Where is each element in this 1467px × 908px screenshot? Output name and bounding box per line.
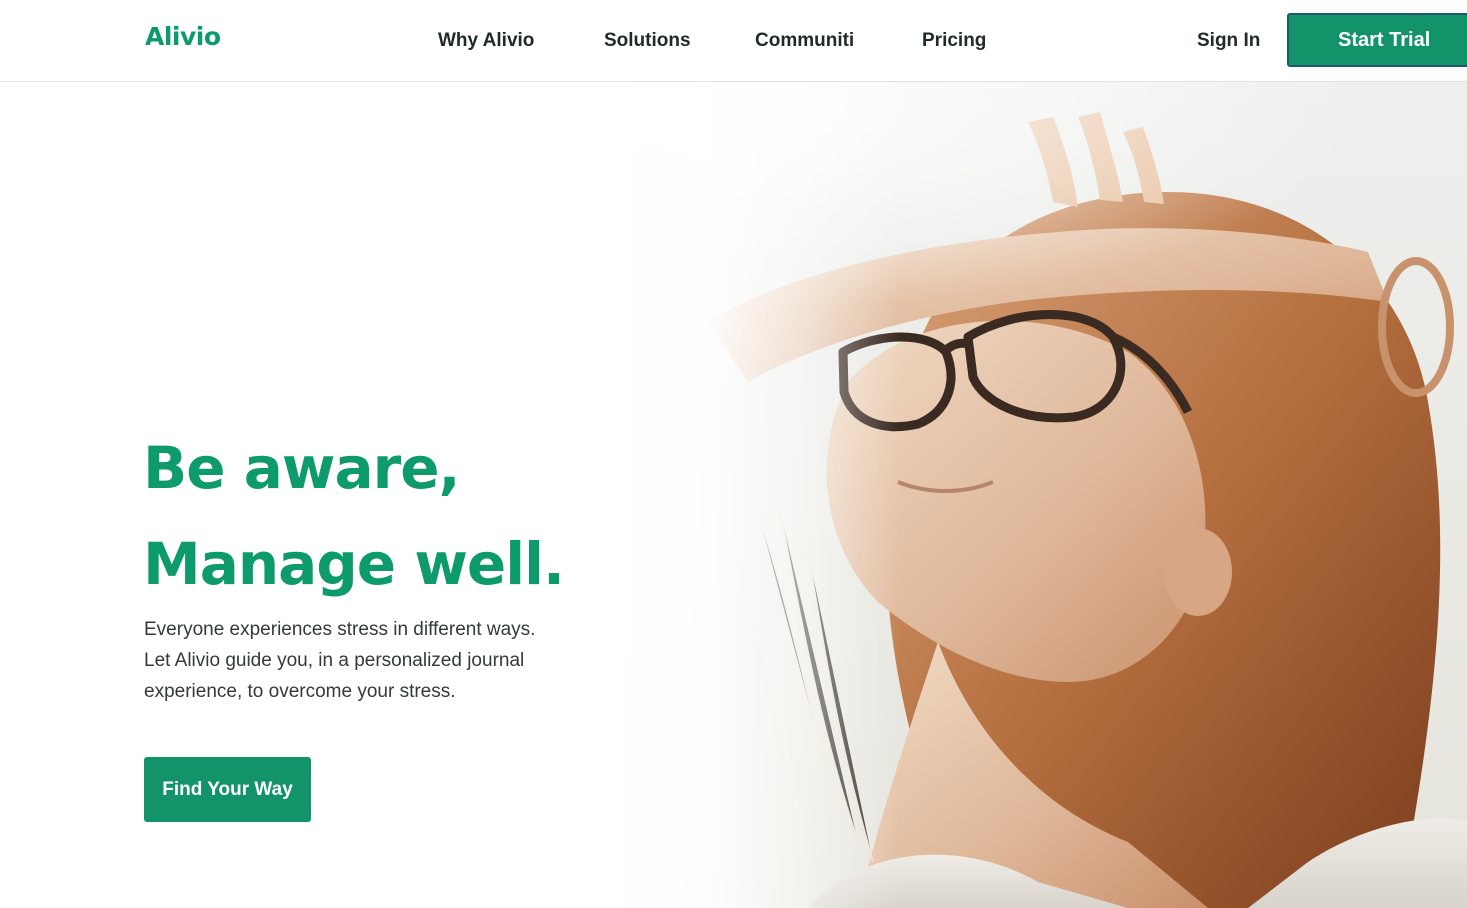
hero-headline: Be aware, Manage well. — [143, 420, 565, 612]
hero-subcopy: Everyone experiences stress in different… — [144, 614, 564, 707]
hero-image — [608, 82, 1467, 908]
nav-link-why-alivio[interactable]: Why Alivio — [438, 30, 534, 52]
hero-headline-line-2: Manage well. — [143, 530, 565, 598]
start-trial-button[interactable]: Start Trial — [1287, 13, 1467, 67]
landing-page: Alivio Why Alivio Solutions Communiti Pr… — [0, 0, 1467, 908]
woman-portrait-illustration — [608, 82, 1467, 908]
nav-link-pricing[interactable]: Pricing — [922, 30, 986, 52]
hero-subcopy-line: Let Alivio guide you, in a personalized … — [144, 650, 525, 671]
hero-subcopy-line: experience, to overcome your stress. — [144, 681, 456, 702]
hero-subcopy-line: Everyone experiences stress in different… — [144, 619, 536, 640]
main-nav: Why Alivio Solutions Communiti Pricing S… — [0, 0, 1467, 81]
top-navbar: Alivio Why Alivio Solutions Communiti Pr… — [0, 0, 1467, 82]
hero-headline-line-1: Be aware, — [143, 434, 461, 502]
find-your-way-button[interactable]: Find Your Way — [144, 757, 311, 822]
nav-link-communiti[interactable]: Communiti — [755, 30, 854, 52]
sign-in-link[interactable]: Sign In — [1197, 30, 1260, 52]
nav-link-solutions[interactable]: Solutions — [604, 30, 691, 52]
